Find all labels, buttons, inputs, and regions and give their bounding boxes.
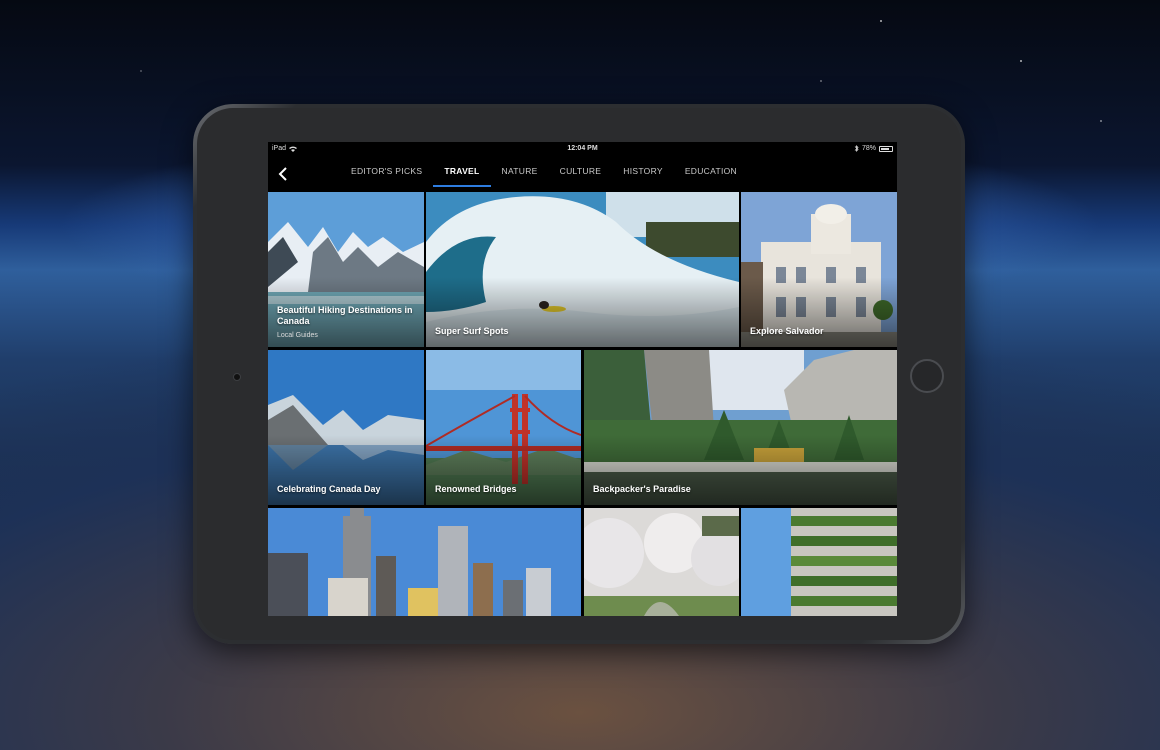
status-time: 12:04 PM — [567, 145, 598, 152]
tile-image-skyline — [268, 508, 581, 616]
tab-travel[interactable]: TRAVEL — [433, 156, 491, 192]
status-bar: iPad 12:04 PM 78% — [268, 142, 897, 156]
tile-image-blossoms — [584, 508, 739, 616]
story-card-salvador[interactable]: Explore Salvador — [741, 192, 897, 347]
ipad-device: iPad 12:04 PM 78% EDITOR'S PICKS TRAVEL — [193, 104, 965, 644]
chevron-left-icon[interactable] — [278, 164, 294, 184]
story-card-cherry-blossoms[interactable] — [584, 508, 739, 616]
story-card-surf-spots[interactable]: Super Surf Spots — [426, 192, 739, 347]
camera-icon — [233, 373, 241, 381]
bluetooth-icon — [854, 145, 859, 152]
battery-fill — [881, 147, 889, 150]
tab-culture[interactable]: CULTURE — [549, 156, 613, 192]
tab-history[interactable]: HISTORY — [612, 156, 674, 192]
tile-title: Backpacker's Paradise — [593, 484, 691, 494]
story-card-green-building[interactable] — [741, 508, 897, 616]
tab-nature[interactable]: NATURE — [491, 156, 549, 192]
tile-title: Renowned Bridges — [435, 484, 517, 494]
battery-icon — [879, 145, 893, 152]
tab-editors-picks[interactable]: EDITOR'S PICKS — [340, 156, 433, 192]
tile-subtitle: Local Guides — [277, 332, 318, 339]
tab-education[interactable]: EDUCATION — [674, 156, 748, 192]
category-tabs: EDITOR'S PICKS TRAVEL NATURE CULTURE HIS… — [340, 156, 748, 192]
home-button[interactable] — [910, 359, 944, 393]
story-card-city-skyline[interactable] — [268, 508, 581, 616]
tile-title: Celebrating Canada Day — [277, 484, 381, 494]
tile-image-vertical-forest — [741, 508, 897, 616]
device-bezel: iPad 12:04 PM 78% EDITOR'S PICKS TRAVEL — [197, 108, 961, 640]
story-card-bridges[interactable]: Renowned Bridges — [426, 350, 581, 505]
tile-title: Super Surf Spots — [435, 326, 509, 336]
app-screen: iPad 12:04 PM 78% EDITOR'S PICKS TRAVEL — [268, 142, 897, 616]
tile-title: Beautiful Hiking Destinations in Canada — [277, 305, 413, 326]
tile-title: Explore Salvador — [750, 326, 824, 336]
story-card-hiking-canada[interactable]: Beautiful Hiking Destinations in Canada … — [268, 192, 424, 347]
battery-percent: 78% — [861, 145, 876, 152]
category-nav: EDITOR'S PICKS TRAVEL NATURE CULTURE HIS… — [268, 156, 897, 192]
story-card-canada-day[interactable]: Celebrating Canada Day — [268, 350, 424, 505]
story-card-backpackers-paradise[interactable]: Backpacker's Paradise — [584, 350, 897, 505]
